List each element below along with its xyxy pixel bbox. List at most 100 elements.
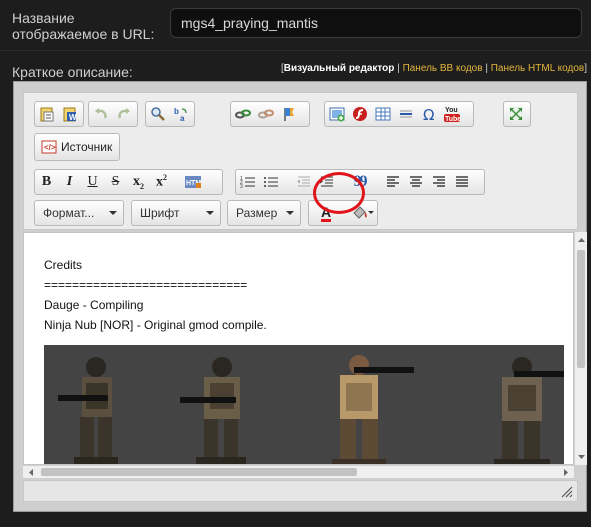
content-line: Credits (44, 258, 83, 272)
search-icon (150, 107, 165, 121)
editor-status-bar (23, 480, 578, 502)
justify-button[interactable] (450, 170, 473, 194)
anchor-flag-icon (283, 108, 294, 121)
paste-text-icon (40, 107, 53, 122)
editor-mode-switch: [Визуальный редактор | Панель BB кодов |… (280, 63, 587, 74)
find-group: ba (145, 101, 195, 127)
source-button[interactable]: </> Источник (34, 133, 120, 161)
horizontal-line-icon (399, 110, 412, 118)
justify-icon (455, 176, 468, 187)
youtube-button[interactable]: You Tube (440, 102, 463, 126)
embedded-soldiers-image (44, 345, 564, 464)
numbered-list-button[interactable]: 123 (236, 170, 259, 194)
svg-text:a: a (180, 114, 185, 122)
unlink-button[interactable] (254, 102, 277, 126)
underline-button[interactable]: U (81, 170, 104, 194)
scroll-down-icon (578, 455, 585, 459)
image-icon (329, 107, 344, 122)
font-select[interactable]: Шрифт (131, 200, 221, 226)
bold-button[interactable]: B (35, 170, 58, 194)
paste-from-word-icon: W (63, 107, 77, 122)
align-right-icon (432, 176, 445, 187)
align-center-button[interactable] (404, 170, 427, 194)
content-text: Credits ============================= Da… (44, 255, 267, 335)
special-char-button[interactable]: Ω (417, 102, 440, 126)
editor-toolbar: W ba Ω You Tube </> Источник B I U S x2 … (23, 92, 578, 230)
format-select-label: Формат... (43, 206, 95, 220)
bb-codes-panel-link[interactable]: Панель BB кодов (403, 63, 483, 74)
source-button-label: Источник (61, 140, 113, 154)
svg-text:Ω: Ω (423, 106, 434, 122)
scroll-left-icon (29, 469, 33, 476)
redo-button[interactable] (112, 102, 135, 126)
source-code-icon: </> (41, 140, 57, 154)
chevron-down-icon (206, 211, 214, 215)
superscript-button[interactable]: x2 (150, 170, 173, 194)
size-select-label: Размер (236, 206, 278, 220)
numbered-list-icon: 123 (240, 176, 255, 190)
link-button[interactable] (231, 102, 254, 126)
maximize-group (503, 101, 531, 127)
html-clean-icon: HTM (184, 176, 201, 188)
size-select[interactable]: Размер (227, 200, 301, 226)
chevron-down-icon (368, 211, 374, 214)
soldiers-picture (44, 345, 564, 464)
horizontal-scrollbar[interactable] (23, 465, 574, 478)
youtube-icon: You Tube (443, 107, 461, 123)
content-line: Ninja Nub [NOR] - Original gmod compile. (44, 318, 267, 332)
redo-icon (117, 108, 130, 119)
bullet-list-button[interactable] (259, 170, 282, 194)
replace-icon: ba (174, 107, 187, 122)
format-select[interactable]: Формат... (34, 200, 124, 226)
link-group (230, 101, 310, 127)
visual-editor-link[interactable]: Визуальный редактор (284, 63, 395, 74)
vertical-scroll-thumb[interactable] (577, 250, 585, 368)
subscript-button[interactable]: x2 (127, 170, 150, 194)
font-select-label: Шрифт (140, 206, 180, 220)
text-style-group: B I U S x2 x2 HTM (34, 169, 223, 195)
replace-button[interactable]: ba (169, 102, 192, 126)
chevron-down-icon (286, 211, 294, 215)
url-name-input[interactable]: mgs4_praying_mantis (170, 8, 582, 38)
undo-redo-group (88, 101, 138, 127)
italic-button[interactable]: I (58, 170, 81, 194)
svg-text:b: b (174, 107, 179, 116)
editor-content-area[interactable]: Credits ============================= Da… (23, 232, 574, 465)
align-right-button[interactable] (427, 170, 450, 194)
chevron-down-icon (109, 211, 117, 215)
align-left-icon (386, 176, 399, 187)
anchor-button[interactable] (277, 102, 300, 126)
resize-handle-icon[interactable] (561, 486, 573, 498)
undo-icon (94, 108, 107, 119)
svg-text:</>: </> (44, 143, 56, 152)
insert-flash-button[interactable] (348, 102, 371, 126)
short-description-label: Краткое описание: (12, 64, 133, 80)
paste-word-button[interactable]: W (58, 102, 81, 126)
outdent-icon (296, 176, 310, 187)
omega-icon: Ω (423, 106, 434, 122)
insert-image-button[interactable] (325, 102, 348, 126)
find-button[interactable] (146, 102, 169, 126)
svg-text:3: 3 (240, 184, 243, 190)
undo-button[interactable] (89, 102, 112, 126)
maximize-icon (508, 107, 523, 121)
horizontal-scroll-thumb[interactable] (41, 468, 357, 476)
bullet-list-icon (263, 177, 278, 187)
section-divider (0, 50, 591, 51)
strikethrough-button[interactable]: S (104, 170, 127, 194)
html-codes-panel-link[interactable]: Панель HTML кодов (491, 63, 585, 74)
paste-text-button[interactable] (35, 102, 58, 126)
paste-group: W (34, 101, 84, 127)
maximize-button[interactable] (504, 102, 527, 126)
flash-icon (352, 107, 367, 121)
svg-text:W: W (69, 113, 77, 122)
content-line: Dauge - Compiling (44, 298, 144, 312)
url-name-label: Название отображаемое в URL: (12, 10, 155, 42)
align-center-icon (409, 176, 422, 187)
insert-table-button[interactable] (371, 102, 394, 126)
horizontal-rule-button[interactable] (394, 102, 417, 126)
align-left-button[interactable] (381, 170, 404, 194)
vertical-scrollbar[interactable] (574, 232, 587, 465)
remove-format-button[interactable]: HTM (181, 170, 204, 194)
outdent-button[interactable] (292, 170, 315, 194)
